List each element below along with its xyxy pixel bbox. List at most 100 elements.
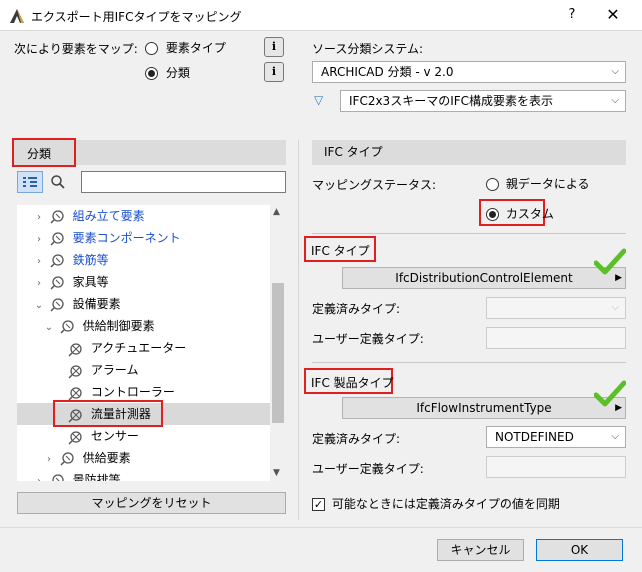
ifc-type-selector[interactable]: IfcDistributionControlElement ▶ [342,267,626,289]
radio-button[interactable] [486,178,499,191]
product-predefined-type-dropdown[interactable]: NOTDEFINED ⌵ [486,426,626,448]
sync-predefined-label: 可能なときには定義済みタイプの値を同期 [331,497,560,511]
radio-classification-label: 分類 [165,66,190,80]
radio-button-selected[interactable] [486,208,499,221]
radio-element-type[interactable]: 要素タイプ [145,39,226,56]
classification-tree[interactable]: › 組み立て要素 › 要素コンポーネント › 鉄筋等 › 家具等 ⌄ 設備要素 … [17,205,285,481]
classification-icon [60,319,74,334]
checkmark-icon [594,248,626,275]
source-system-value: ARCHICAD 分類 - v 2.0 [321,65,454,79]
classification-icon [50,231,64,246]
tree-item-label: コントローラー [90,385,175,399]
filter-value: IFC2x3スキーマのIFC構成要素を表示 [349,94,554,108]
tree-list-icon [23,177,37,187]
chevron-right-icon: › [47,454,51,465]
tree-view-button[interactable] [17,171,43,193]
source-system-label: ソース分類システム: [312,42,424,56]
info-button-classification[interactable]: i [264,62,284,82]
ifc-type-section-label: IFC タイプ [324,145,383,159]
source-system-dropdown[interactable]: ARCHICAD 分類 - v 2.0 ⌵ [312,61,626,83]
product-predefined-type-value: NOTDEFINED [495,430,574,444]
radio-parent-data-label: 親データによる [505,177,590,191]
ifc-type-value: IfcDistributionControlElement [395,271,573,285]
footer-divider [0,527,642,528]
divider [312,233,626,234]
classification-icon [60,451,74,466]
classification-item-icon [68,342,82,357]
window-title: エクスポート用IFCタイプをマッピング [31,10,242,24]
tree-item[interactable]: アクチュエーター [17,337,271,359]
chevron-down-icon: ⌵ [611,302,619,313]
radio-classification[interactable]: 分類 [145,64,190,81]
tree-item-label: 設備要素 [72,297,121,311]
tree-item[interactable]: ⌄ 設備要素 [17,293,271,315]
chevron-right-icon: › [37,212,41,223]
cancel-button[interactable]: キャンセル [437,539,524,561]
pane-divider [298,140,299,520]
search-input[interactable] [81,171,286,193]
user-defined-type-field-disabled[interactable] [486,327,626,349]
tree-item-label: 鉄筋等 [72,253,109,267]
classification-item-icon [68,430,82,445]
ifc-product-type-label: IFC 製品タイプ [311,376,394,390]
classification-icon [50,209,64,224]
chevron-down-icon: ⌵ [611,66,619,77]
checkbox-checked[interactable]: ✓ [312,498,325,511]
chevron-right-icon: › [37,278,41,289]
classification-icon [52,473,64,481]
tree-item-label: 家具等 [72,275,109,289]
tree-item-label: アクチュエーター [90,341,187,355]
tree-item-label: アラーム [90,363,139,377]
scroll-down-icon[interactable]: ▼ [273,468,280,478]
tree-item[interactable]: › 家具等 [17,271,271,293]
tree-item[interactable]: › 鉄筋等 [17,249,271,271]
tree-item[interactable]: › 組み立て要素 [17,205,271,227]
reset-mapping-button[interactable]: マッピングをリセット [17,492,286,514]
chevron-right-icon: › [33,471,45,481]
radio-button[interactable] [145,42,158,55]
tree-item-label: 供給要素 [82,451,131,465]
radio-custom-label: カスタム [505,207,554,221]
scroll-up-icon[interactable]: ▲ [273,207,280,217]
chevron-right-icon: › [37,256,41,267]
filter-icon: ▽ [314,93,324,107]
tree-item-label: 供給制御要素 [82,319,155,333]
mapping-status-label: マッピングステータス: [312,178,437,192]
tree-item[interactable]: センサー [17,425,271,447]
ifc-product-type-selector[interactable]: IfcFlowInstrumentType ▶ [342,397,626,419]
radio-custom[interactable]: カスタム [486,205,554,222]
tree-item[interactable]: › 要素コンポーネント [17,227,271,249]
scrollbar-thumb[interactable] [272,283,284,423]
predefined-type-label: 定義済みタイプ: [312,302,401,316]
classification-header-label: 分類 [27,147,52,161]
classification-icon [50,297,64,312]
filter-dropdown[interactable]: IFC2x3スキーマのIFC構成要素を表示 ⌵ [340,90,626,112]
search-icon[interactable] [50,174,66,190]
archicad-logo-icon [10,9,24,23]
tree-item-label: 組み立て要素 [72,209,145,223]
tree-item-label: 要素コンポーネント [72,231,181,245]
predefined-type-dropdown-disabled[interactable]: ⌵ [486,297,626,319]
radio-parent-data[interactable]: 親データによる [486,175,589,192]
map-by-label: 次により要素をマップ: [14,42,138,56]
product-user-defined-type-field-disabled[interactable] [486,456,626,478]
user-defined-type-label: ユーザー定義タイプ: [312,332,424,346]
tree-item[interactable]: › 供給要素 [17,447,271,469]
ok-button[interactable]: OK [536,539,623,561]
tree-item[interactable]: ⌄ 供給制御要素 [17,315,271,337]
sync-predefined-checkbox[interactable]: ✓ 可能なときには定義済みタイプの値を同期 [312,495,560,512]
tree-item[interactable]: › 景防排等 [17,469,271,481]
ifc-type-section-header: IFC タイプ [312,140,626,165]
close-button[interactable]: ✕ [600,4,626,26]
chevron-right-icon: › [37,234,41,245]
help-button[interactable]: ? [560,4,584,26]
info-button-element-type[interactable]: i [264,37,284,57]
chevron-down-icon: ⌄ [44,322,54,333]
chevron-down-icon: ⌵ [611,431,619,442]
tree-item[interactable]: アラーム [17,359,271,381]
classification-item-icon [68,364,82,379]
divider [312,362,626,363]
radio-button-selected[interactable] [145,67,158,80]
product-predefined-type-label: 定義済みタイプ: [312,432,401,446]
product-user-defined-type-label: ユーザー定義タイプ: [312,462,424,476]
